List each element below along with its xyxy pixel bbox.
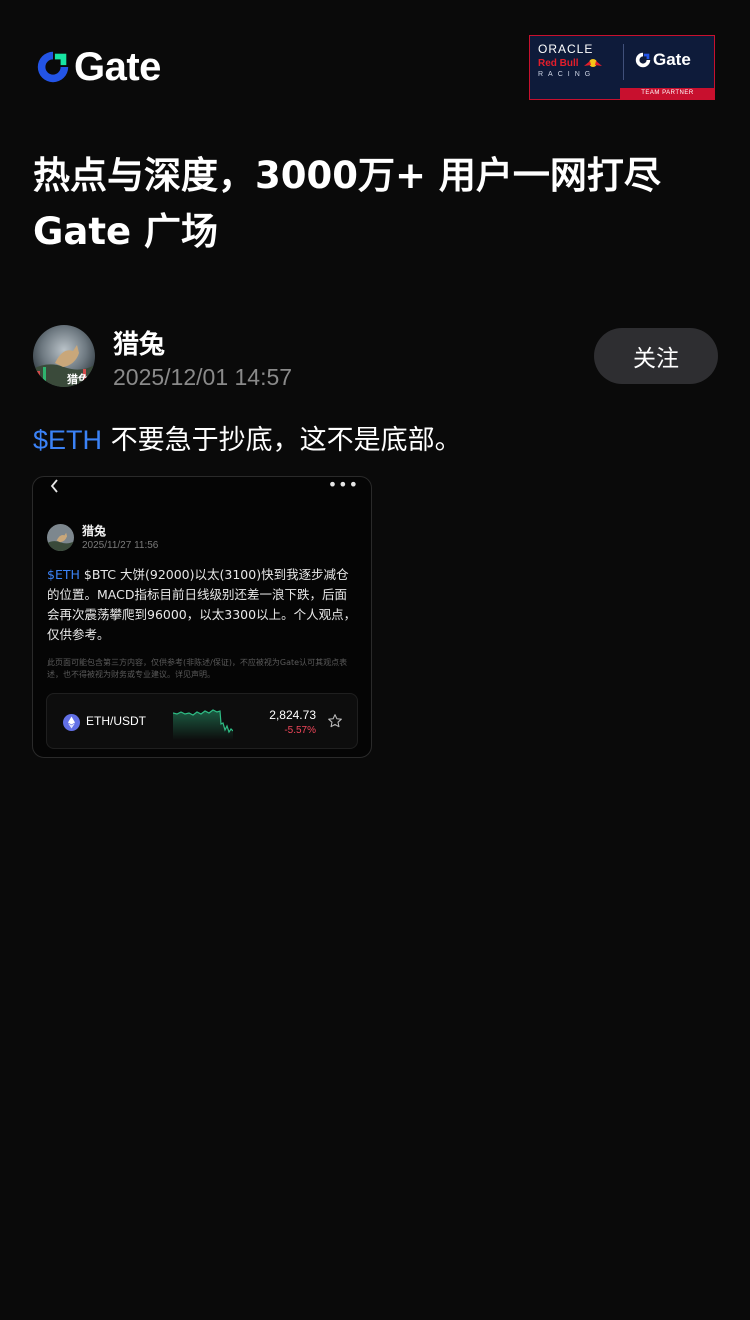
partner-gate-logo: Gate <box>634 50 691 70</box>
header: Gate ORACLE Red Bull RACING Gate TEAM PA… <box>0 0 750 130</box>
redbull-text: Red Bull <box>538 57 618 69</box>
racing-text: RACING <box>538 71 596 78</box>
ticker-tag[interactable]: $ETH <box>33 425 102 455</box>
bull-icon <box>583 59 602 67</box>
ticker-change: -5.57% <box>284 725 316 736</box>
sparkline-chart <box>173 709 233 740</box>
oracle-text: ORACLE <box>538 42 594 56</box>
avatar <box>47 524 74 551</box>
post-text: 不要急于抄底，这不是底部。 <box>102 425 462 456</box>
page-title: 热点与深度，3000万+ 用户一网打尽 Gate 广场 <box>33 148 723 260</box>
chevron-left-icon <box>50 479 58 493</box>
card-author-name: 猎兔 <box>82 524 107 538</box>
gate-logo-icon <box>37 51 69 83</box>
card-timestamp: 2025/11/27 11:56 <box>82 540 159 551</box>
author-name[interactable]: 猎兔 <box>113 324 165 361</box>
more-icon: ••• <box>327 476 359 494</box>
oracle-redbull-logo: ORACLE Red Bull RACING <box>538 42 618 78</box>
card-post-text: $ETH $BTC 大饼(92000)以太(3100)快到我逐步减仓的位置。MA… <box>47 567 357 642</box>
avatar-label: 猎兔 <box>67 372 89 386</box>
card-ticker-tag: $ETH <box>47 567 80 582</box>
ticker-price: 2,824.73 <box>269 708 316 722</box>
post-timestamp: 2025/12/01 14:57 <box>113 364 293 390</box>
avatar-image: 猎兔 <box>33 325 95 387</box>
post-content: $ETH 不要急于抄底，这不是底部。 <box>33 418 462 457</box>
gate-logo[interactable]: Gate <box>34 46 161 88</box>
gate-logo-icon <box>635 52 651 68</box>
disclaimer-text: 此页面可能包含第三方内容，仅供参考(非陈述/保证)，不应被视为Gate认可其观点… <box>47 658 348 679</box>
divider <box>623 44 624 80</box>
logo-text: Gate <box>74 45 161 89</box>
eth-icon <box>63 714 80 731</box>
headline-line-1: 热点与深度，3000万+ 用户一网打尽 <box>33 154 661 197</box>
ticker-widget: ETH/USDT 2,824.73 -5.57% <box>46 693 358 749</box>
star-icon <box>328 714 342 728</box>
team-partner-label: TEAM PARTNER <box>620 88 715 99</box>
headline-line-2: Gate 广场 <box>33 210 218 253</box>
author-row: 猎兔 猎兔 2025/12/01 14:57 关注 <box>33 322 723 392</box>
partner-badge[interactable]: ORACLE Red Bull RACING Gate TEAM PARTNER <box>529 35 715 100</box>
trading-pair: ETH/USDT <box>86 714 146 728</box>
follow-button[interactable]: 关注 <box>594 328 718 384</box>
avatar[interactable]: 猎兔 <box>33 325 95 387</box>
embedded-screenshot[interactable]: ••• 猎兔 2025/11/27 11:56 $ETH $BTC 大饼(920… <box>32 476 372 758</box>
